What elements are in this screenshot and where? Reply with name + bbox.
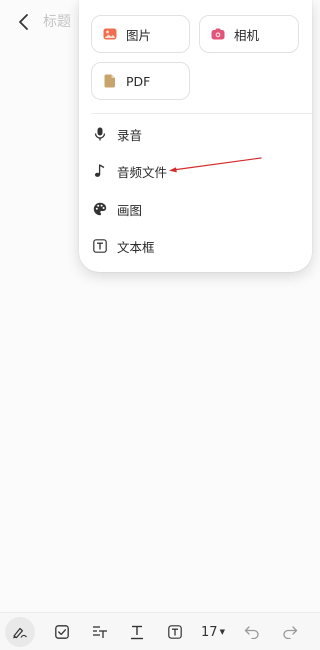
menu-divider [91, 113, 312, 114]
pen-button[interactable] [5, 617, 35, 647]
underline-icon [131, 625, 143, 639]
redo-icon [283, 626, 298, 639]
insert-image-label: 图片 [126, 27, 152, 43]
menu-item-audio-file-label: 音频文件 [117, 164, 168, 180]
text-box-icon [93, 239, 107, 253]
menu-item-record[interactable]: 录音 [93, 123, 293, 145]
text-size-icon [93, 626, 107, 638]
insert-camera-label: 相机 [234, 27, 260, 43]
insert-image-button[interactable]: 图片 [91, 15, 190, 53]
chevron-left-icon [19, 14, 28, 30]
bottom-toolbar: 17 ▼ [0, 612, 320, 650]
menu-item-audio-file[interactable]: 音频文件 [93, 160, 293, 182]
font-size-dropdown[interactable]: 17 ▼ [198, 620, 228, 644]
menu-item-record-label: 录音 [117, 127, 143, 143]
redo-button[interactable] [280, 620, 300, 644]
caret-down-icon: ▼ [219, 628, 225, 636]
checkbox-icon [55, 625, 69, 639]
microphone-icon [93, 127, 107, 141]
menu-item-draw[interactable]: 画图 [93, 198, 293, 220]
menu-item-textbox[interactable]: 文本框 [93, 235, 293, 257]
camera-icon [211, 27, 225, 41]
insert-menu-popup: 图片 相机 PDF 录音 音频文件 画图 文本框 [79, 0, 312, 272]
insert-camera-button[interactable]: 相机 [199, 15, 299, 53]
image-icon [103, 27, 117, 41]
undo-icon [244, 626, 259, 639]
insert-pdf-label: PDF [126, 73, 151, 89]
menu-item-draw-label: 画图 [117, 202, 143, 218]
palette-icon [93, 202, 107, 216]
menu-item-textbox-label: 文本框 [117, 239, 155, 255]
textbox-button[interactable] [165, 620, 185, 644]
music-note-icon [93, 164, 107, 178]
underline-button[interactable] [127, 620, 147, 644]
text-box-icon [168, 625, 182, 639]
back-button[interactable] [12, 10, 36, 34]
undo-button[interactable] [242, 620, 262, 644]
pen-icon [13, 627, 27, 639]
font-size-value: 17 [201, 624, 218, 640]
pdf-file-icon [103, 74, 117, 88]
checkbox-button[interactable] [52, 620, 72, 644]
insert-pdf-button[interactable]: PDF [91, 62, 190, 100]
note-editor-screen: 图片 相机 PDF [0, 0, 320, 650]
text-size-button[interactable] [90, 620, 110, 644]
